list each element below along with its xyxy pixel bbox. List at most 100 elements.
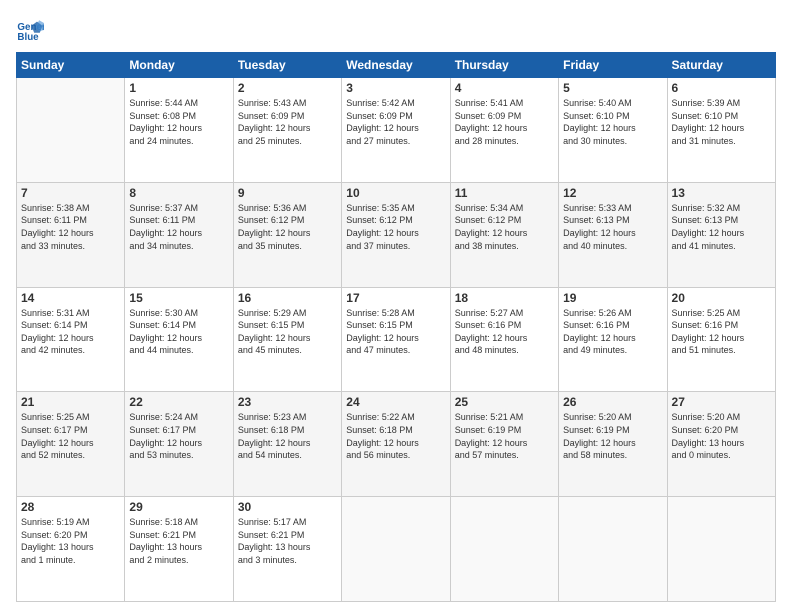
- calendar-cell: 24 Sunrise: 5:22 AM Sunset: 6:18 PM Dayli…: [342, 392, 450, 497]
- logo: General Blue: [16, 16, 48, 44]
- weekday-header-row: SundayMondayTuesdayWednesdayThursdayFrid…: [17, 53, 776, 78]
- calendar-week-row: 1 Sunrise: 5:44 AM Sunset: 6:08 PM Daylig…: [17, 78, 776, 183]
- day-info: Sunrise: 5:39 AM Sunset: 6:10 PM Dayligh…: [672, 97, 771, 147]
- calendar-cell: 4 Sunrise: 5:41 AM Sunset: 6:09 PM Daylig…: [450, 78, 558, 183]
- calendar-cell: 22 Sunrise: 5:24 AM Sunset: 6:17 PM Dayli…: [125, 392, 233, 497]
- day-info: Sunrise: 5:23 AM Sunset: 6:18 PM Dayligh…: [238, 411, 337, 461]
- day-info: Sunrise: 5:32 AM Sunset: 6:13 PM Dayligh…: [672, 202, 771, 252]
- day-number: 23: [238, 395, 337, 409]
- day-info: Sunrise: 5:20 AM Sunset: 6:20 PM Dayligh…: [672, 411, 771, 461]
- day-number: 14: [21, 291, 120, 305]
- calendar-header: SundayMondayTuesdayWednesdayThursdayFrid…: [17, 53, 776, 78]
- day-info: Sunrise: 5:36 AM Sunset: 6:12 PM Dayligh…: [238, 202, 337, 252]
- day-number: 8: [129, 186, 228, 200]
- calendar-week-row: 7 Sunrise: 5:38 AM Sunset: 6:11 PM Daylig…: [17, 182, 776, 287]
- day-info: Sunrise: 5:20 AM Sunset: 6:19 PM Dayligh…: [563, 411, 662, 461]
- calendar-cell: 7 Sunrise: 5:38 AM Sunset: 6:11 PM Daylig…: [17, 182, 125, 287]
- day-info: Sunrise: 5:42 AM Sunset: 6:09 PM Dayligh…: [346, 97, 445, 147]
- day-number: 25: [455, 395, 554, 409]
- calendar-cell: [559, 497, 667, 602]
- calendar-cell: 8 Sunrise: 5:37 AM Sunset: 6:11 PM Daylig…: [125, 182, 233, 287]
- day-number: 4: [455, 81, 554, 95]
- calendar-cell: 25 Sunrise: 5:21 AM Sunset: 6:19 PM Dayli…: [450, 392, 558, 497]
- day-info: Sunrise: 5:27 AM Sunset: 6:16 PM Dayligh…: [455, 307, 554, 357]
- calendar-cell: 23 Sunrise: 5:23 AM Sunset: 6:18 PM Dayli…: [233, 392, 341, 497]
- header: General Blue: [16, 16, 776, 44]
- weekday-header-sunday: Sunday: [17, 53, 125, 78]
- calendar-cell: 9 Sunrise: 5:36 AM Sunset: 6:12 PM Daylig…: [233, 182, 341, 287]
- day-number: 3: [346, 81, 445, 95]
- day-info: Sunrise: 5:41 AM Sunset: 6:09 PM Dayligh…: [455, 97, 554, 147]
- calendar-cell: 20 Sunrise: 5:25 AM Sunset: 6:16 PM Dayli…: [667, 287, 775, 392]
- day-info: Sunrise: 5:22 AM Sunset: 6:18 PM Dayligh…: [346, 411, 445, 461]
- day-number: 20: [672, 291, 771, 305]
- day-number: 9: [238, 186, 337, 200]
- day-number: 21: [21, 395, 120, 409]
- calendar-cell: [342, 497, 450, 602]
- weekday-header-monday: Monday: [125, 53, 233, 78]
- day-info: Sunrise: 5:33 AM Sunset: 6:13 PM Dayligh…: [563, 202, 662, 252]
- calendar-cell: 19 Sunrise: 5:26 AM Sunset: 6:16 PM Dayli…: [559, 287, 667, 392]
- day-number: 11: [455, 186, 554, 200]
- calendar-cell: 2 Sunrise: 5:43 AM Sunset: 6:09 PM Daylig…: [233, 78, 341, 183]
- calendar-cell: [17, 78, 125, 183]
- calendar-cell: 21 Sunrise: 5:25 AM Sunset: 6:17 PM Dayli…: [17, 392, 125, 497]
- weekday-header-friday: Friday: [559, 53, 667, 78]
- day-number: 12: [563, 186, 662, 200]
- day-info: Sunrise: 5:21 AM Sunset: 6:19 PM Dayligh…: [455, 411, 554, 461]
- day-info: Sunrise: 5:40 AM Sunset: 6:10 PM Dayligh…: [563, 97, 662, 147]
- day-info: Sunrise: 5:44 AM Sunset: 6:08 PM Dayligh…: [129, 97, 228, 147]
- day-info: Sunrise: 5:30 AM Sunset: 6:14 PM Dayligh…: [129, 307, 228, 357]
- weekday-header-saturday: Saturday: [667, 53, 775, 78]
- day-number: 19: [563, 291, 662, 305]
- day-number: 17: [346, 291, 445, 305]
- day-number: 16: [238, 291, 337, 305]
- calendar-cell: 5 Sunrise: 5:40 AM Sunset: 6:10 PM Daylig…: [559, 78, 667, 183]
- calendar-cell: 12 Sunrise: 5:33 AM Sunset: 6:13 PM Dayli…: [559, 182, 667, 287]
- day-info: Sunrise: 5:31 AM Sunset: 6:14 PM Dayligh…: [21, 307, 120, 357]
- day-number: 1: [129, 81, 228, 95]
- day-number: 15: [129, 291, 228, 305]
- day-number: 22: [129, 395, 228, 409]
- day-info: Sunrise: 5:24 AM Sunset: 6:17 PM Dayligh…: [129, 411, 228, 461]
- day-info: Sunrise: 5:29 AM Sunset: 6:15 PM Dayligh…: [238, 307, 337, 357]
- day-info: Sunrise: 5:38 AM Sunset: 6:11 PM Dayligh…: [21, 202, 120, 252]
- day-number: 2: [238, 81, 337, 95]
- day-number: 6: [672, 81, 771, 95]
- logo-icon: General Blue: [16, 16, 44, 44]
- calendar-cell: [667, 497, 775, 602]
- calendar-cell: 14 Sunrise: 5:31 AM Sunset: 6:14 PM Dayli…: [17, 287, 125, 392]
- calendar-cell: 6 Sunrise: 5:39 AM Sunset: 6:10 PM Daylig…: [667, 78, 775, 183]
- day-info: Sunrise: 5:18 AM Sunset: 6:21 PM Dayligh…: [129, 516, 228, 566]
- calendar-cell: 27 Sunrise: 5:20 AM Sunset: 6:20 PM Dayli…: [667, 392, 775, 497]
- calendar-cell: 3 Sunrise: 5:42 AM Sunset: 6:09 PM Daylig…: [342, 78, 450, 183]
- day-number: 30: [238, 500, 337, 514]
- day-number: 28: [21, 500, 120, 514]
- day-info: Sunrise: 5:37 AM Sunset: 6:11 PM Dayligh…: [129, 202, 228, 252]
- day-number: 24: [346, 395, 445, 409]
- calendar-cell: 26 Sunrise: 5:20 AM Sunset: 6:19 PM Dayli…: [559, 392, 667, 497]
- calendar-cell: 10 Sunrise: 5:35 AM Sunset: 6:12 PM Dayli…: [342, 182, 450, 287]
- day-number: 27: [672, 395, 771, 409]
- day-info: Sunrise: 5:25 AM Sunset: 6:16 PM Dayligh…: [672, 307, 771, 357]
- day-info: Sunrise: 5:25 AM Sunset: 6:17 PM Dayligh…: [21, 411, 120, 461]
- calendar-cell: 18Sunrise: 5:27 AM Sunset: 6:16 PM Dayli…: [450, 287, 558, 392]
- day-info: Sunrise: 5:28 AM Sunset: 6:15 PM Dayligh…: [346, 307, 445, 357]
- day-info: Sunrise: 5:35 AM Sunset: 6:12 PM Dayligh…: [346, 202, 445, 252]
- day-info: Sunrise: 5:34 AM Sunset: 6:12 PM Dayligh…: [455, 202, 554, 252]
- svg-text:Blue: Blue: [17, 32, 39, 43]
- day-number: 5: [563, 81, 662, 95]
- calendar-week-row: 21 Sunrise: 5:25 AM Sunset: 6:17 PM Dayli…: [17, 392, 776, 497]
- calendar-week-row: 14 Sunrise: 5:31 AM Sunset: 6:14 PM Dayli…: [17, 287, 776, 392]
- day-number: 10: [346, 186, 445, 200]
- day-info: Sunrise: 5:43 AM Sunset: 6:09 PM Dayligh…: [238, 97, 337, 147]
- calendar-cell: 30 Sunrise: 5:17 AM Sunset: 6:21 PM Dayli…: [233, 497, 341, 602]
- page-container: General Blue SundayMondayTuesdayWednesda…: [0, 0, 792, 612]
- day-info: Sunrise: 5:19 AM Sunset: 6:20 PM Dayligh…: [21, 516, 120, 566]
- day-info: Sunrise: 5:26 AM Sunset: 6:16 PM Dayligh…: [563, 307, 662, 357]
- day-info: Sunrise: 5:17 AM Sunset: 6:21 PM Dayligh…: [238, 516, 337, 566]
- day-number: 26: [563, 395, 662, 409]
- calendar-cell: [450, 497, 558, 602]
- day-number: 7: [21, 186, 120, 200]
- calendar-cell: 16 Sunrise: 5:29 AM Sunset: 6:15 PM Dayli…: [233, 287, 341, 392]
